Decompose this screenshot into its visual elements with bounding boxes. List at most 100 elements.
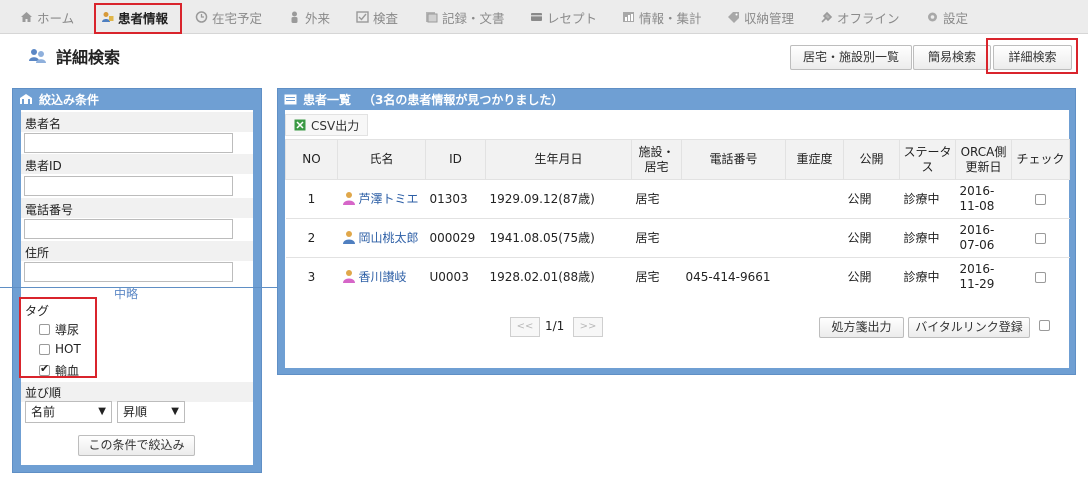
row-status: 診療中 <box>899 179 956 219</box>
nav-outpatient[interactable]: 外来 <box>288 6 330 28</box>
col-birthdate[interactable]: 生年月日 <box>485 139 632 180</box>
results-count: （3名の患者情報が見つかりました） <box>363 92 564 107</box>
filter-panel: 絞込み条件 患者名 患者ID 電話番号 住所 中略 タグ 導尿 HOT 輸血 並 <box>0 88 283 473</box>
row-id: U0003 <box>425 257 486 297</box>
select-all-checkbox[interactable] <box>1039 320 1050 331</box>
row-checkbox[interactable] <box>1035 232 1046 244</box>
patient-id-input[interactable] <box>24 176 233 196</box>
nav-exam-label: 検査 <box>373 10 399 26</box>
nav-billing[interactable]: 収納管理 <box>727 6 794 28</box>
page-title: 詳細検索 <box>28 43 120 69</box>
patient-name-link[interactable]: 芦澤トミエ <box>359 192 419 206</box>
sort-order-value: 昇順 <box>123 405 148 419</box>
tag-checkbox-transfusion[interactable] <box>39 362 50 376</box>
col-no[interactable]: NO <box>285 139 338 180</box>
patient-name-link[interactable]: 岡山桃太郎 <box>359 231 419 245</box>
row-no: 3 <box>285 257 338 297</box>
row-name-cell[interactable]: 芦澤トミエ <box>337 179 426 219</box>
nav-settings-label: 設定 <box>943 10 969 26</box>
tag-option-transfusion[interactable]: 輸血 <box>39 362 79 379</box>
table-row[interactable]: 1 芦澤トミエ 01303 1929.09.12(87歳) 居宅 公開 診療中 … <box>285 179 1070 219</box>
patient-icon <box>102 12 114 22</box>
address-input[interactable] <box>24 262 233 282</box>
tag-checkbox-urinary[interactable] <box>39 324 50 335</box>
nav-patient-info[interactable]: 患者情報 <box>101 6 168 28</box>
tag-option-urinary[interactable]: 導尿 <box>39 321 79 338</box>
nav-receipt[interactable]: レセプト <box>530 6 597 28</box>
phone-input[interactable] <box>24 219 233 239</box>
sort-field-select[interactable]: 名前 ▼ <box>25 401 112 423</box>
table-row[interactable]: 2 岡山桃太郎 000029 1941.08.05(75歳) 居宅 公開 診療中… <box>285 218 1070 258</box>
col-status[interactable]: ステータス <box>899 139 956 180</box>
row-phone <box>681 218 786 258</box>
nav-offline[interactable]: オフライン <box>820 6 900 28</box>
row-checkbox[interactable] <box>1035 193 1046 205</box>
row-facility: 居宅 <box>631 218 682 258</box>
nav-exam[interactable]: 検査 <box>356 6 398 28</box>
nav-home-visit[interactable]: 在宅予定 <box>195 6 262 28</box>
col-orca-updated[interactable]: ORCA側更新日 <box>955 139 1012 180</box>
row-id: 000029 <box>425 218 486 258</box>
patient-name-link[interactable]: 香川讃岐 <box>359 270 407 284</box>
facility-list-button[interactable]: 居宅・施設別一覧 <box>790 45 912 70</box>
page-title-text: 詳細検索 <box>56 48 121 67</box>
nav-home[interactable]: ホーム <box>20 6 74 28</box>
row-orca-updated: 2016-07-06 <box>955 218 1012 258</box>
table-row[interactable]: 3 香川讃岐 U0003 1928.02.01(88歳) 居宅 045-414-… <box>285 257 1070 297</box>
row-facility: 居宅 <box>631 179 682 219</box>
results-panel-body: CSV出力 NO 氏名 ID 生年月日 施設・居宅 電話番号 重症度 公開 ステ… <box>285 110 1070 368</box>
detail-search-button[interactable]: 詳細検索 <box>993 45 1072 70</box>
prescription-output-button[interactable]: 処方箋出力 <box>819 317 904 338</box>
col-severity[interactable]: 重症度 <box>785 139 844 180</box>
building-icon <box>20 94 32 104</box>
row-public: 公開 <box>843 257 900 297</box>
phone-label: 電話番号 <box>25 203 74 217</box>
row-check-cell <box>1011 218 1070 258</box>
csv-export-button[interactable]: CSV出力 <box>285 114 369 136</box>
apply-filter-button[interactable]: この条件で絞込み <box>78 435 195 456</box>
tag-option-hot[interactable]: HOT <box>39 342 81 356</box>
patient-male-icon <box>342 231 355 244</box>
row-no: 1 <box>285 179 338 219</box>
row-severity <box>785 257 844 297</box>
address-row <box>21 241 253 261</box>
table-header-row: NO 氏名 ID 生年月日 施設・居宅 電話番号 重症度 公開 ステータス OR… <box>285 139 1070 180</box>
filter-panel-header: 絞込み条件 <box>13 89 261 109</box>
pager-next-button[interactable]: >> <box>573 317 603 337</box>
row-severity <box>785 218 844 258</box>
results-panel-header: 患者一覧 （3名の患者情報が見つかりました） <box>278 89 1075 109</box>
list-icon <box>284 94 297 104</box>
row-public: 公開 <box>843 179 900 219</box>
nav-home-label: ホーム <box>37 10 75 26</box>
nav-stats[interactable]: 情報・集計 <box>622 6 702 28</box>
col-check: チェック <box>1011 139 1070 180</box>
row-orca-updated: 2016-11-08 <box>955 179 1012 219</box>
results-panel-title: 患者一覧 <box>303 92 352 107</box>
col-name[interactable]: 氏名 <box>337 139 426 180</box>
nav-stats-label: 情報・集計 <box>639 10 702 26</box>
nav-settings[interactable]: 設定 <box>926 6 968 28</box>
row-checkbox[interactable] <box>1035 271 1046 283</box>
csv-export-label: CSV出力 <box>311 118 360 133</box>
row-name-cell[interactable]: 岡山桃太郎 <box>337 218 426 258</box>
col-public[interactable]: 公開 <box>843 139 900 180</box>
row-status: 診療中 <box>899 218 956 258</box>
col-phone[interactable]: 電話番号 <box>681 139 786 180</box>
row-phone <box>681 179 786 219</box>
tag-checkbox-hot[interactable] <box>39 343 50 355</box>
pager-prev-button[interactable]: << <box>510 317 540 337</box>
col-facility[interactable]: 施設・居宅 <box>631 139 682 180</box>
patient-name-input[interactable] <box>24 133 233 153</box>
document-icon <box>426 12 438 23</box>
col-id[interactable]: ID <box>425 139 486 180</box>
tag-urinary-label: 導尿 <box>55 323 80 337</box>
simple-search-button[interactable]: 簡易検索 <box>913 45 991 70</box>
sort-order-select[interactable]: 昇順 ▼ <box>117 401 185 423</box>
nav-records[interactable]: 記録・文書 <box>425 6 505 28</box>
row-name-cell[interactable]: 香川讃岐 <box>337 257 426 297</box>
row-public: 公開 <box>843 218 900 258</box>
sort-label: 並び順 <box>25 386 62 400</box>
vital-link-register-button[interactable]: バイタルリンク登録 <box>908 317 1030 338</box>
nav-receipt-label: レセプト <box>547 10 598 26</box>
sort-order-caret-icon: ▼ <box>171 406 179 417</box>
